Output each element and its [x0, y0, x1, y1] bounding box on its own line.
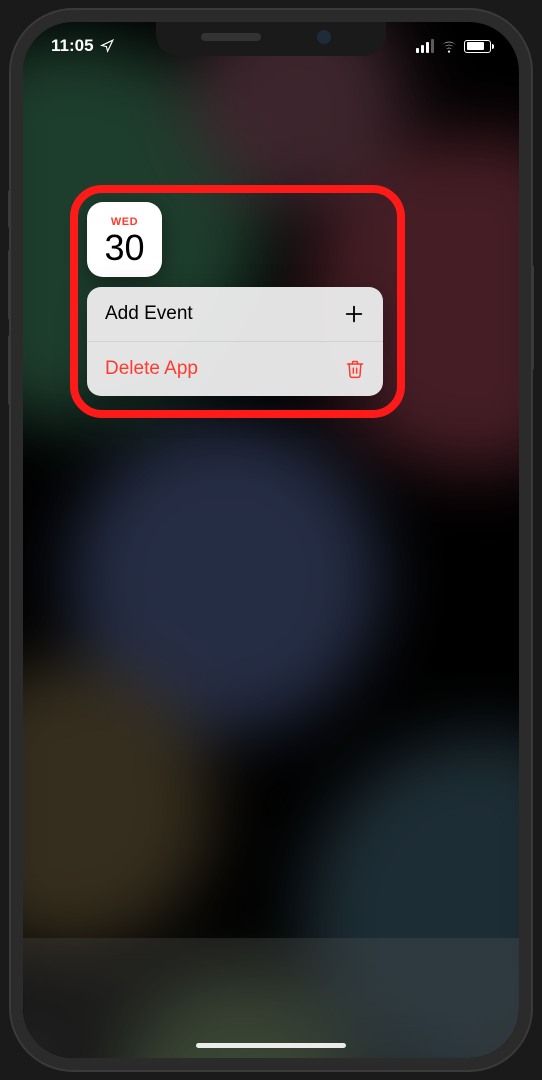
- plus-icon: [343, 303, 365, 325]
- trash-icon: [345, 358, 365, 380]
- add-event-button[interactable]: Add Event: [87, 287, 383, 342]
- battery-icon: [464, 40, 491, 53]
- status-time: 11:05: [51, 36, 94, 56]
- calendar-day-number: 30: [104, 230, 144, 266]
- wifi-icon: [440, 39, 458, 53]
- home-wallpaper-blurred: [23, 22, 519, 1058]
- cellular-signal-icon: [416, 39, 434, 53]
- calendar-day-label: WED: [111, 217, 138, 228]
- context-menu: Add Event Delete App: [87, 287, 383, 396]
- delete-app-button[interactable]: Delete App: [87, 342, 383, 396]
- dock-background: [23, 938, 519, 1058]
- location-icon: [100, 39, 114, 53]
- calendar-app-icon[interactable]: WED 30: [87, 202, 162, 277]
- menu-item-label: Add Event: [105, 303, 193, 325]
- home-indicator[interactable]: [196, 1043, 346, 1048]
- phone-notch: [156, 22, 386, 56]
- menu-item-label: Delete App: [105, 358, 198, 380]
